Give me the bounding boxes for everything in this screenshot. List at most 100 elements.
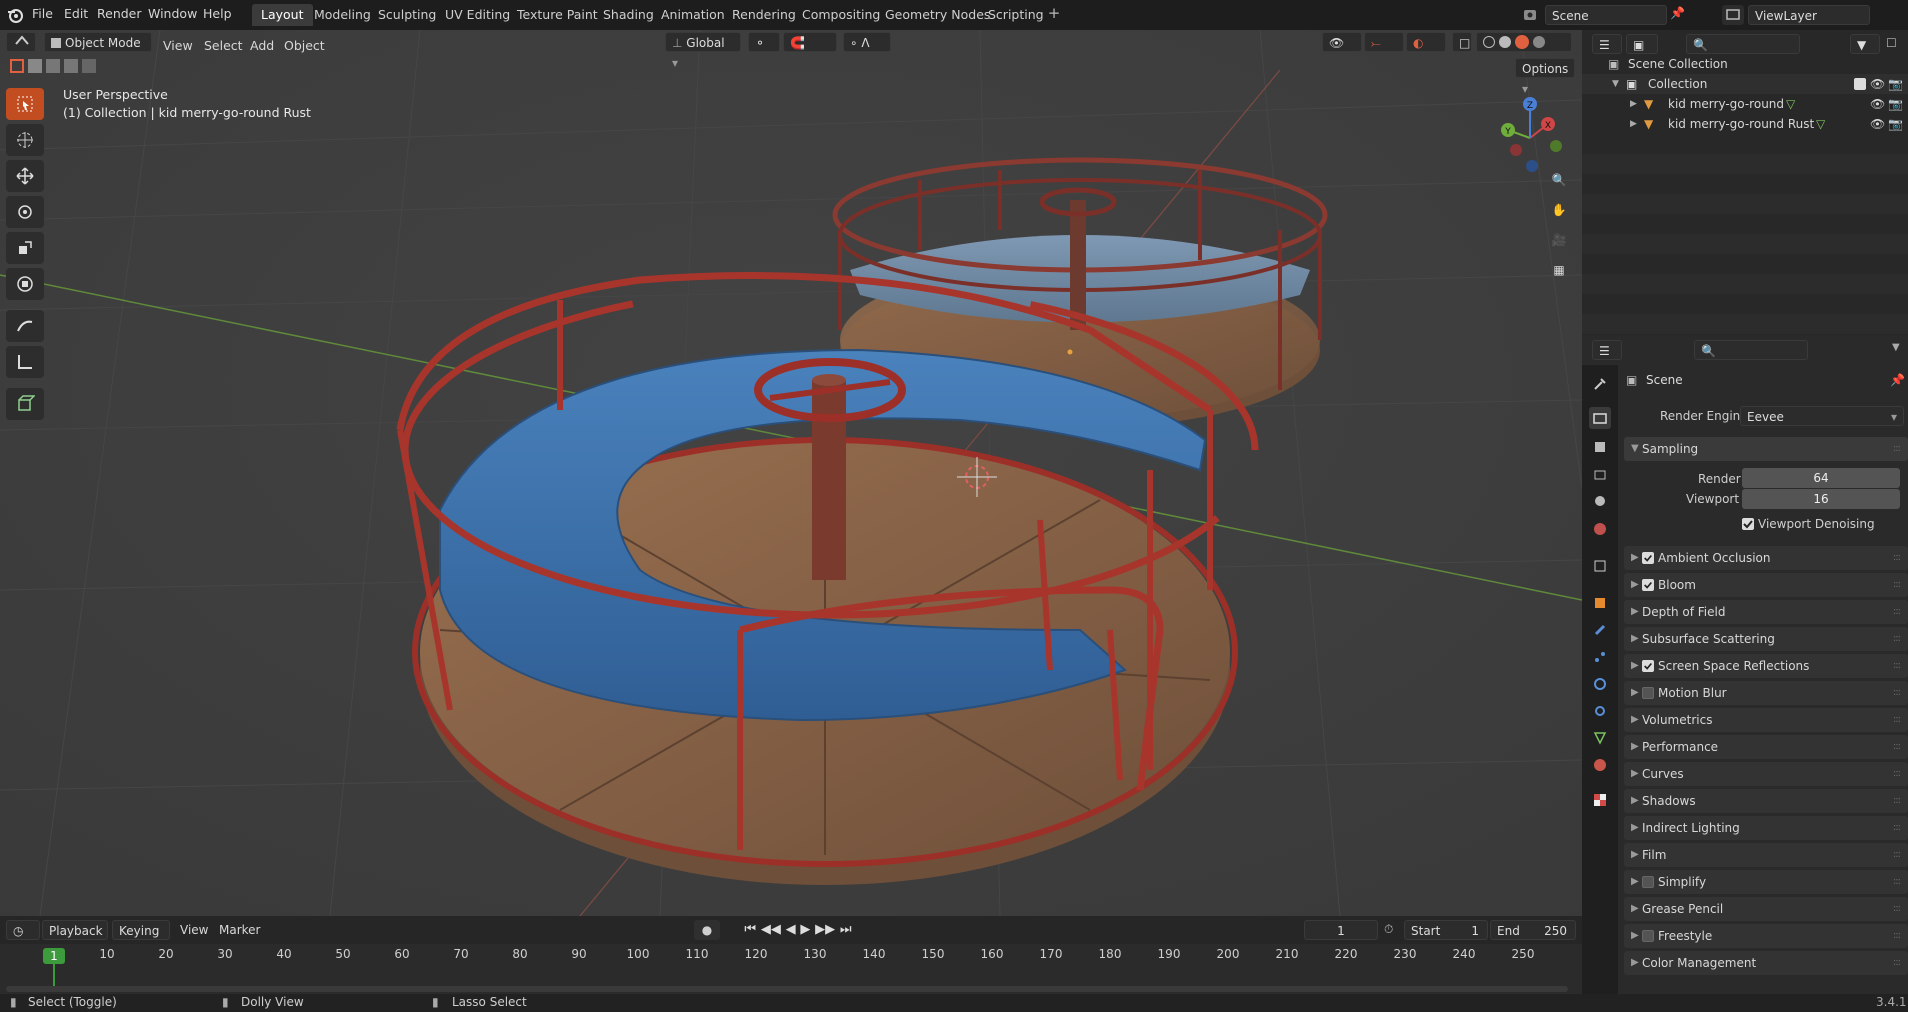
- pan-hand-icon[interactable]: ✋: [1544, 196, 1574, 224]
- physics-tab-icon[interactable]: [1589, 673, 1611, 695]
- menu-add[interactable]: Add: [250, 38, 274, 53]
- outliner-row-object-rust[interactable]: ▶ ▼ kid merry-go-round Rust ▽ 👁 📷: [1582, 114, 1908, 134]
- panel-grease-pencil[interactable]: ▶ Grease Pencil:::: [1624, 897, 1908, 921]
- object-render-icon[interactable]: 📷: [1888, 94, 1903, 114]
- new-collection-icon[interactable]: ☐: [1886, 36, 1897, 50]
- measure-tool[interactable]: [6, 346, 44, 378]
- camera-view-icon[interactable]: 🎥: [1544, 226, 1574, 254]
- panel-depth-of-field[interactable]: ▶ Depth of Field:::: [1624, 600, 1908, 624]
- collection-tab-icon[interactable]: [1589, 555, 1611, 577]
- menu-edit[interactable]: Edit: [64, 6, 88, 21]
- 3d-viewport[interactable]: Object Mode ▾ View Select Add Object ⊥ G…: [0, 30, 1582, 916]
- wireframe-shading-icon[interactable]: [1483, 36, 1495, 48]
- data-tab-icon[interactable]: [1589, 727, 1611, 749]
- constraints-tab-icon[interactable]: [1589, 700, 1611, 722]
- panel-drag-handle[interactable]: :::: [1893, 789, 1901, 813]
- panel-drag-handle[interactable]: :::: [1893, 816, 1901, 840]
- select-invert-icon[interactable]: [64, 59, 78, 73]
- object-visibility-icon[interactable]: 👁: [1870, 94, 1885, 114]
- panel-enable-checkbox[interactable]: [1642, 930, 1654, 942]
- select-box-tool[interactable]: [6, 88, 44, 120]
- overlays-icon[interactable]: ◐: [1406, 32, 1446, 52]
- scene-tab-icon[interactable]: [1589, 490, 1611, 512]
- auto-keying-icon[interactable]: ●: [694, 920, 720, 940]
- panel-drag-handle[interactable]: :::: [1893, 924, 1901, 948]
- timeline-scrollbar[interactable]: [6, 986, 1568, 992]
- tool-tab-icon[interactable]: [1589, 373, 1611, 395]
- end-frame-field[interactable]: End 250: [1490, 920, 1576, 940]
- panel-drag-handle[interactable]: :::: [1893, 843, 1901, 867]
- outliner-row-scene-collection[interactable]: ▣ Scene Collection: [1582, 54, 1908, 74]
- render-tab-icon[interactable]: [1589, 407, 1611, 429]
- menu-help[interactable]: Help: [203, 6, 232, 21]
- render-engine-dropdown[interactable]: Eevee ▾: [1740, 406, 1904, 426]
- menu-render[interactable]: Render: [97, 6, 142, 21]
- cursor-tool[interactable]: [6, 124, 44, 156]
- viewlayer-icon[interactable]: [1722, 5, 1744, 25]
- shading-modes[interactable]: [1476, 32, 1572, 52]
- panel-drag-handle[interactable]: :::: [1893, 708, 1901, 732]
- outliner-row-object[interactable]: ▶ ▼ kid merry-go-round ▽ 👁 📷: [1582, 94, 1908, 114]
- mode-selector[interactable]: Object Mode ▾: [44, 32, 152, 70]
- collection-expand-icon[interactable]: ▼: [1612, 74, 1619, 94]
- visibility-icon[interactable]: 👁: [1322, 32, 1362, 52]
- panel-freestyle[interactable]: ▶ Freestyle:::: [1624, 924, 1908, 948]
- panel-drag-handle[interactable]: :::: [1893, 951, 1901, 975]
- add-workspace-icon[interactable]: +: [1046, 6, 1062, 22]
- panel-drag-handle[interactable]: :::: [1893, 897, 1901, 921]
- scale-tool[interactable]: [6, 232, 44, 264]
- snap-icon[interactable]: 🧲: [783, 32, 837, 52]
- xray-icon[interactable]: □: [1452, 32, 1472, 52]
- outliner-editor-type-icon[interactable]: ☰: [1592, 34, 1622, 54]
- collection-exclude-checkbox[interactable]: [1854, 78, 1866, 90]
- keying-menu[interactable]: Keying ▾: [112, 920, 170, 958]
- tab-layout[interactable]: Layout: [252, 4, 313, 26]
- object-tab-icon[interactable]: [1589, 592, 1611, 614]
- panel-enable-checkbox[interactable]: [1642, 660, 1654, 672]
- next-keyframe-icon[interactable]: ▶▶: [815, 920, 835, 940]
- collection-render-icon[interactable]: 📷: [1888, 74, 1903, 94]
- material-shading-icon[interactable]: [1515, 35, 1529, 49]
- tab-animation[interactable]: Animation: [652, 4, 734, 26]
- modifier-tab-icon[interactable]: [1589, 619, 1611, 641]
- select-intersect-icon[interactable]: [82, 59, 96, 73]
- options-dropdown[interactable]: Options ▾: [1515, 58, 1575, 96]
- panel-indirect-lighting[interactable]: ▶ Indirect Lighting:::: [1624, 816, 1908, 840]
- rendered-shading-icon[interactable]: [1533, 36, 1545, 48]
- pin-scene-icon[interactable]: 📌: [1670, 6, 1685, 20]
- properties-pin-icon[interactable]: 📌: [1890, 373, 1905, 387]
- viewport-denoising-checkbox[interactable]: [1742, 518, 1754, 530]
- panel-drag-handle[interactable]: :::: [1893, 762, 1901, 786]
- zoom-icon[interactable]: 🔍: [1544, 166, 1574, 194]
- play-reverse-icon[interactable]: ◀: [786, 920, 796, 940]
- outliner-row-collection[interactable]: ▼ ▣ Collection 👁 📷: [1582, 74, 1908, 94]
- blender-logo-icon[interactable]: [6, 6, 24, 24]
- menu-view[interactable]: View: [163, 38, 193, 53]
- object-rust-visibility-icon[interactable]: 👁: [1870, 114, 1885, 134]
- object-rust-render-icon[interactable]: 📷: [1888, 114, 1903, 134]
- filter-icon[interactable]: ▼: [1850, 34, 1880, 54]
- timeline-editor-type-icon[interactable]: ◷ ▾: [6, 920, 40, 958]
- panel-enable-checkbox[interactable]: [1642, 687, 1654, 699]
- panel-drag-handle[interactable]: :::: [1893, 681, 1901, 705]
- panel-drag-handle[interactable]: :::: [1893, 573, 1901, 597]
- sampling-drag-handle[interactable]: :::: [1893, 437, 1901, 461]
- properties-search-input[interactable]: 🔍: [1694, 340, 1808, 360]
- collection-visibility-icon[interactable]: 👁: [1870, 74, 1885, 94]
- tab-sculpting[interactable]: Sculpting: [369, 4, 445, 26]
- panel-volumetrics[interactable]: ▶ Volumetrics:::: [1624, 708, 1908, 732]
- grid-view-icon[interactable]: ▦: [1544, 256, 1574, 284]
- select-subtract-icon[interactable]: [46, 59, 60, 73]
- panel-subsurface-scattering[interactable]: ▶ Subsurface Scattering:::: [1624, 627, 1908, 651]
- texture-tab-icon[interactable]: [1589, 789, 1611, 811]
- panel-shadows[interactable]: ▶ Shadows:::: [1624, 789, 1908, 813]
- display-mode-icon[interactable]: ▣: [1626, 34, 1658, 54]
- pivot-icon[interactable]: ⚬: [748, 32, 780, 52]
- output-tab-icon[interactable]: [1589, 436, 1611, 458]
- orientation-selector[interactable]: ⊥ Global ▾: [665, 32, 741, 70]
- particles-tab-icon[interactable]: [1589, 646, 1611, 668]
- world-tab-icon[interactable]: [1589, 518, 1611, 540]
- panel-sampling[interactable]: ▼ Sampling :::: [1624, 437, 1908, 461]
- panel-motion-blur[interactable]: ▶ Motion Blur:::: [1624, 681, 1908, 705]
- menu-window[interactable]: Window: [148, 6, 197, 21]
